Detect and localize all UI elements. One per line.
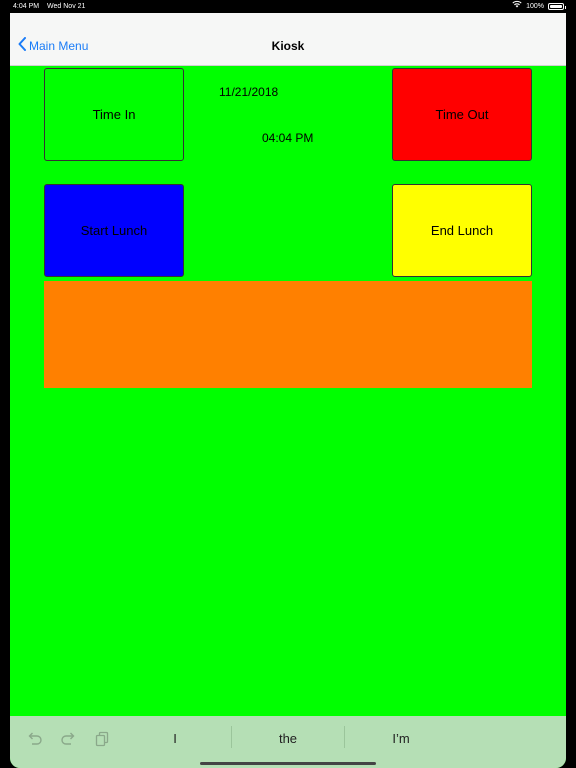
paste-icon[interactable]: [93, 730, 111, 748]
suggestion-3[interactable]: I’m: [345, 731, 457, 746]
redo-icon[interactable]: [59, 730, 77, 748]
time-in-button[interactable]: Time In: [44, 68, 184, 161]
wifi-icon: [512, 0, 522, 13]
undo-icon[interactable]: [26, 730, 44, 748]
kiosk-app: Main Menu Kiosk Time In 11/21/2018 04:04…: [10, 13, 566, 768]
status-right: 100%: [512, 0, 566, 13]
home-indicator: [200, 762, 376, 765]
battery-icon: [548, 3, 566, 10]
date-label: 11/21/2018: [219, 85, 279, 99]
status-left: 4:04 PM Wed Nov 21: [13, 0, 85, 13]
battery-percent: 100%: [526, 3, 544, 10]
message-panel: [44, 281, 532, 388]
suggestion-2[interactable]: the: [232, 731, 344, 746]
keyboard-shortcut-bar: I the I’m: [10, 716, 566, 768]
time-label: 04:04 PM: [262, 131, 314, 145]
status-time: 4:04 PM: [13, 3, 40, 10]
suggestion-1[interactable]: I: [119, 731, 231, 746]
end-lunch-button[interactable]: End Lunch: [392, 184, 532, 277]
page-title: Kiosk: [271, 39, 305, 53]
ipad-screen: 4:04 PM Wed Nov 21 100% Main Menu Kiosk …: [0, 0, 576, 768]
time-out-button[interactable]: Time Out: [392, 68, 532, 161]
status-date: Wed Nov 21: [47, 3, 86, 10]
start-lunch-button[interactable]: Start Lunch: [44, 184, 184, 277]
status-bar: 4:04 PM Wed Nov 21 100%: [0, 0, 576, 13]
navigation-bar: Main Menu Kiosk: [10, 13, 566, 66]
